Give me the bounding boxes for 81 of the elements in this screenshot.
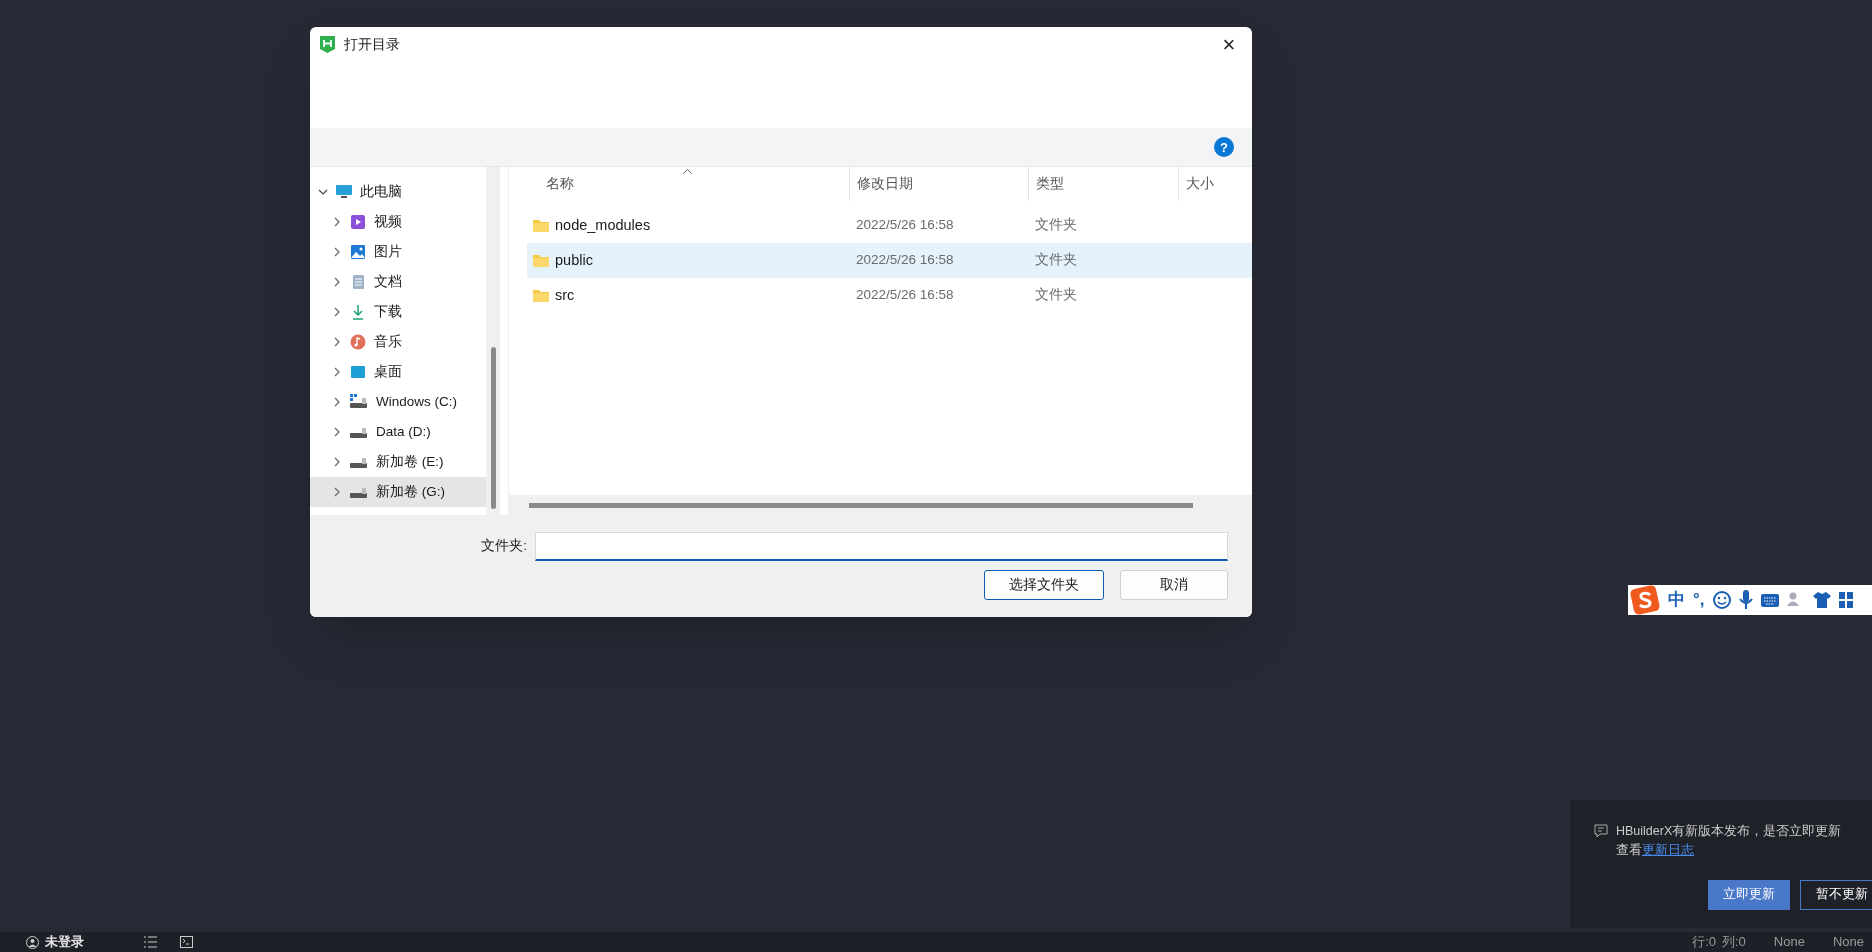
file-name: public	[555, 250, 593, 270]
status-item: 行:0	[1692, 933, 1716, 952]
punctuation-mode[interactable]: °,	[1693, 587, 1705, 613]
scrollbar-thumb[interactable]	[529, 502, 1193, 508]
chevron-right-icon[interactable]	[332, 487, 342, 497]
scrollbar-thumb[interactable]	[490, 347, 496, 509]
drive-icon	[350, 394, 368, 410]
modified-date: 2022/5/26 16:58	[855, 286, 955, 305]
document-icon	[350, 274, 366, 290]
app-logo-icon	[320, 36, 335, 53]
file-name: src	[555, 285, 575, 305]
message-icon	[1594, 824, 1608, 838]
changelog-link[interactable]: 更新日志	[1642, 840, 1694, 860]
chevron-down-icon[interactable]	[318, 187, 328, 197]
modified-date: 2022/5/26 16:58	[855, 251, 955, 270]
status-item: 列:0	[1722, 933, 1746, 952]
video-icon	[350, 214, 366, 230]
terminal-icon[interactable]	[180, 936, 193, 948]
help-button[interactable]: ?	[1214, 137, 1234, 157]
folder-input[interactable]	[535, 532, 1228, 561]
nav-item[interactable]: Data (D:)	[310, 417, 486, 447]
column-header[interactable]: 名称	[509, 167, 849, 201]
file-type: 文件夹	[1034, 216, 1078, 235]
column-header[interactable]: 类型	[1028, 167, 1178, 201]
sort-caret-icon	[683, 169, 692, 174]
folder-icon	[533, 254, 549, 267]
grid-icon[interactable]	[1838, 592, 1853, 608]
dialog-button[interactable]: 取消	[1120, 570, 1228, 600]
chevron-right-icon[interactable]	[332, 277, 342, 287]
nav-item[interactable]: 文档	[310, 267, 486, 297]
computer-icon	[336, 185, 352, 199]
status-item: None	[1773, 933, 1805, 952]
chevron-right-icon[interactable]	[332, 397, 342, 407]
nav-item[interactable]: 图片	[310, 237, 486, 267]
folder-icon	[533, 289, 549, 302]
field-label: 文件夹:	[480, 537, 528, 556]
notification-button[interactable]: 立即更新	[1708, 879, 1790, 910]
file-row[interactable]: node_modules 2022/5/26 16:58 文件夹	[527, 208, 1252, 243]
notification-message: HBuilderX有新版本发布，是否立即更新	[1616, 823, 1842, 840]
nav-item[interactable]: Windows (C:)	[310, 387, 486, 417]
nav-item[interactable]: 新加卷 (E:)	[310, 447, 486, 477]
chevron-right-icon[interactable]	[332, 337, 342, 347]
status-item: None	[1832, 933, 1864, 952]
close-button[interactable]: ×	[1212, 30, 1246, 59]
file-name: node_modules	[555, 215, 651, 235]
desktop-icon	[350, 364, 366, 380]
picture-icon	[350, 244, 366, 260]
file-row[interactable]: src 2022/5/26 16:58 文件夹	[527, 278, 1252, 313]
list-icon[interactable]	[144, 936, 157, 948]
file-type: 文件夹	[1034, 286, 1078, 305]
chevron-right-icon[interactable]	[332, 367, 342, 377]
notification-button[interactable]: 暂不更新	[1800, 879, 1872, 910]
chevron-right-icon[interactable]	[332, 307, 342, 317]
file-row[interactable]: public 2022/5/26 16:58 文件夹	[527, 243, 1252, 278]
nav-item[interactable]: 桌面	[310, 357, 486, 387]
shirt-icon[interactable]	[1812, 592, 1831, 608]
chevron-right-icon[interactable]	[332, 217, 342, 227]
user-icon	[26, 935, 39, 949]
column-header[interactable]: 修改日期	[849, 167, 1028, 201]
microphone-icon[interactable]	[1738, 590, 1753, 610]
modified-date: 2022/5/26 16:58	[855, 216, 955, 235]
window-title: 打开目录	[344, 35, 400, 54]
folder-icon	[533, 219, 549, 232]
chevron-right-icon[interactable]	[332, 427, 342, 437]
chevron-right-icon[interactable]	[332, 457, 342, 467]
column-header[interactable]: 大小	[1178, 167, 1251, 201]
file-type: 文件夹	[1034, 251, 1078, 270]
nav-item[interactable]: 下载	[310, 297, 486, 327]
dialog-button[interactable]: 选择文件夹	[984, 570, 1104, 600]
download-icon	[350, 304, 366, 320]
nav-item[interactable]: 视频	[310, 207, 486, 237]
emoji-icon[interactable]	[1712, 591, 1731, 609]
notification-text: 查看	[1616, 841, 1642, 859]
chevron-right-icon[interactable]	[332, 247, 342, 257]
nav-item[interactable]: 音乐	[310, 327, 486, 357]
music-icon	[350, 334, 366, 350]
login-status[interactable]: 未登录	[45, 932, 84, 952]
nav-item[interactable]: 此电脑	[310, 177, 486, 207]
input-mode[interactable]: 中	[1668, 587, 1685, 613]
keyboard-icon[interactable]	[1760, 593, 1779, 607]
nav-item[interactable]: 新加卷 (G:)	[310, 477, 486, 507]
